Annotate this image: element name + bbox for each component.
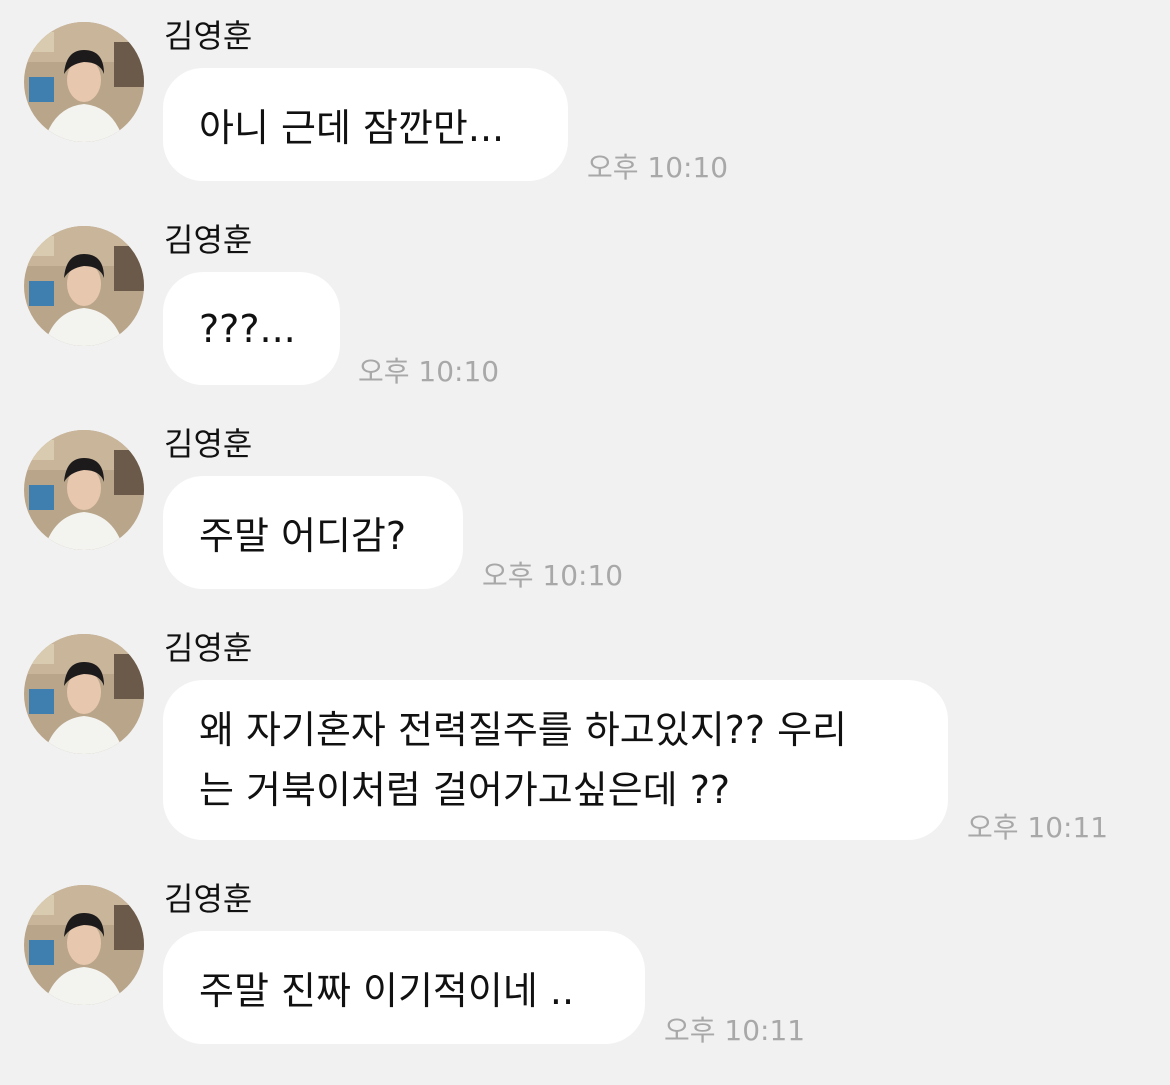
message-time: 오후 10:11 xyxy=(664,1014,806,1047)
sender-name: 김영훈 xyxy=(164,425,253,463)
message-bubble[interactable]: 주말 어디감? xyxy=(163,476,463,589)
message-time: 오후 10:10 xyxy=(358,355,500,388)
avatar[interactable] xyxy=(24,885,144,1005)
message-bubble[interactable]: ???... xyxy=(163,272,340,385)
avatar-photo-icon xyxy=(24,634,144,754)
avatar[interactable] xyxy=(24,430,144,550)
avatar-photo-icon xyxy=(24,22,144,142)
message-line: 는 거북이처럼 걸어가고싶은데 ?? xyxy=(199,768,731,812)
message-text: 왜 자기혼자 전력질주를 하고있지?? 우리 는 거북이처럼 걸어가고싶은데 ?… xyxy=(199,700,847,820)
message-bubble[interactable]: 왜 자기혼자 전력질주를 하고있지?? 우리 는 거북이처럼 걸어가고싶은데 ?… xyxy=(163,680,948,840)
sender-name: 김영훈 xyxy=(164,629,253,667)
message-time: 오후 10:10 xyxy=(482,559,624,592)
message-time: 오후 10:10 xyxy=(587,151,729,184)
avatar[interactable] xyxy=(24,22,144,142)
message-bubble[interactable]: 아니 근데 잠깐만... xyxy=(163,68,568,181)
sender-name: 김영훈 xyxy=(164,17,253,55)
chat-log: 김영훈 아니 근데 잠깐만... 오후 10:10 김영훈 ???... 오후 … xyxy=(0,0,1170,1085)
avatar-photo-icon xyxy=(24,885,144,1005)
message-time: 오후 10:11 xyxy=(967,811,1109,844)
sender-name: 김영훈 xyxy=(164,221,253,259)
message-bubble[interactable]: 주말 진짜 이기적이네 .. xyxy=(163,931,645,1044)
sender-name: 김영훈 xyxy=(164,880,253,918)
avatar-photo-icon xyxy=(24,226,144,346)
avatar[interactable] xyxy=(24,226,144,346)
avatar-photo-icon xyxy=(24,430,144,550)
message-line: 왜 자기혼자 전력질주를 하고있지?? 우리 xyxy=(199,708,848,752)
avatar[interactable] xyxy=(24,634,144,754)
